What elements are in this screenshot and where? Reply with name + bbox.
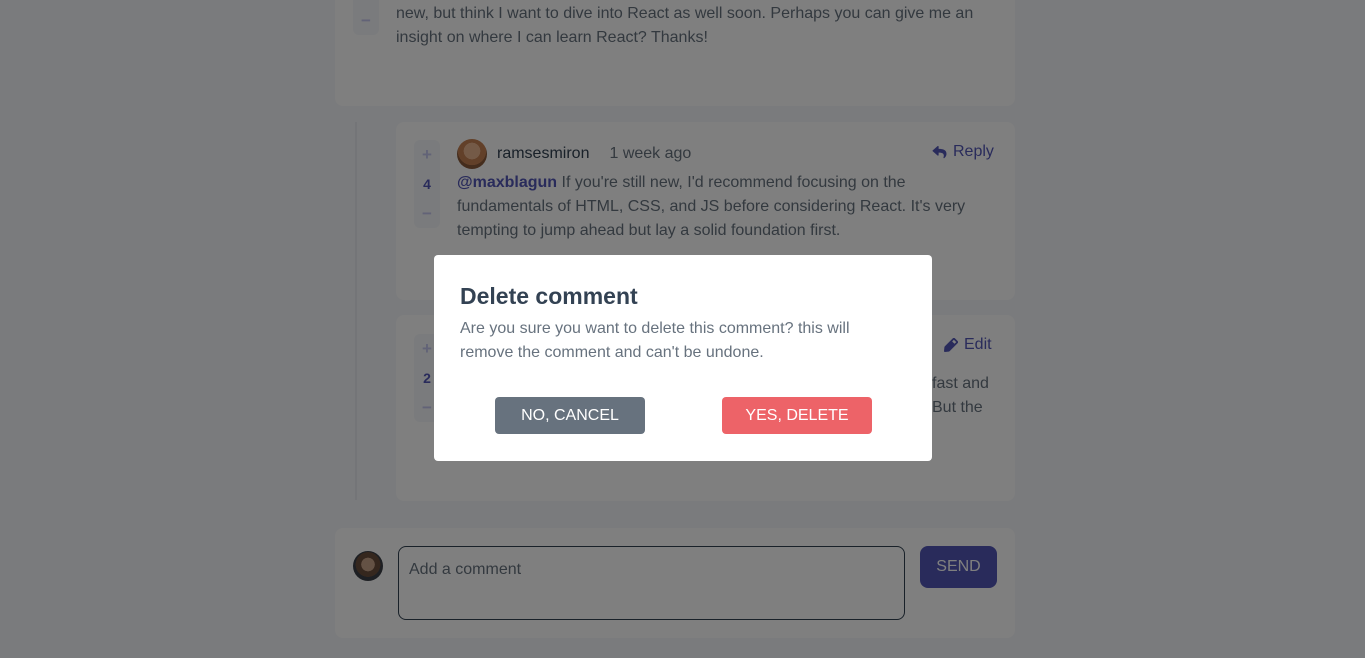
confirm-delete-button[interactable]: YES, DELETE (722, 397, 872, 434)
cancel-button[interactable]: NO, CANCEL (495, 397, 645, 434)
modal-message: Are you sure you want to delete this com… (460, 320, 850, 361)
delete-modal: Delete comment Are you sure you want to … (434, 255, 932, 461)
modal-title: Delete comment (460, 283, 638, 309)
